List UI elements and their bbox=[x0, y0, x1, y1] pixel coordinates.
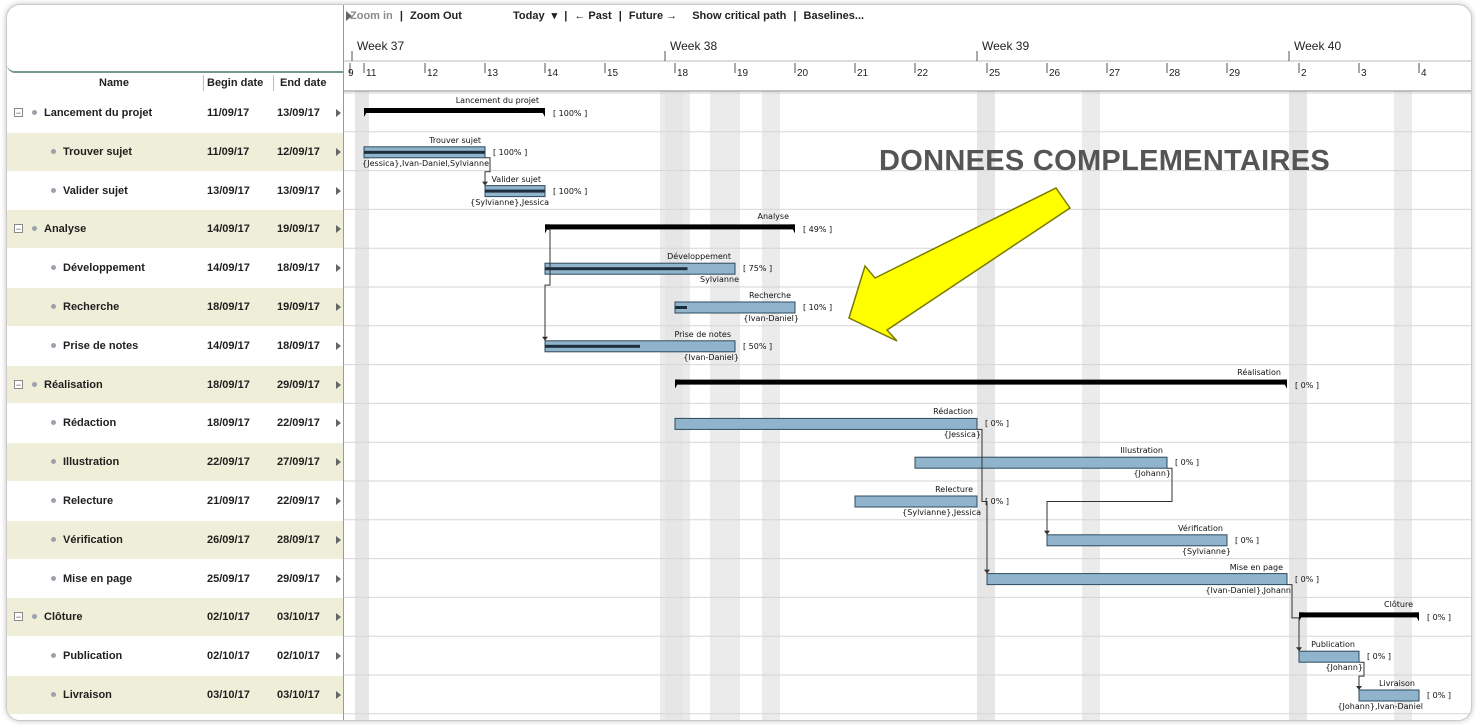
gantt-window: Name Begin date End date − Lancement du p… bbox=[6, 4, 1472, 721]
yellow-arrow-icon bbox=[848, 187, 1072, 342]
